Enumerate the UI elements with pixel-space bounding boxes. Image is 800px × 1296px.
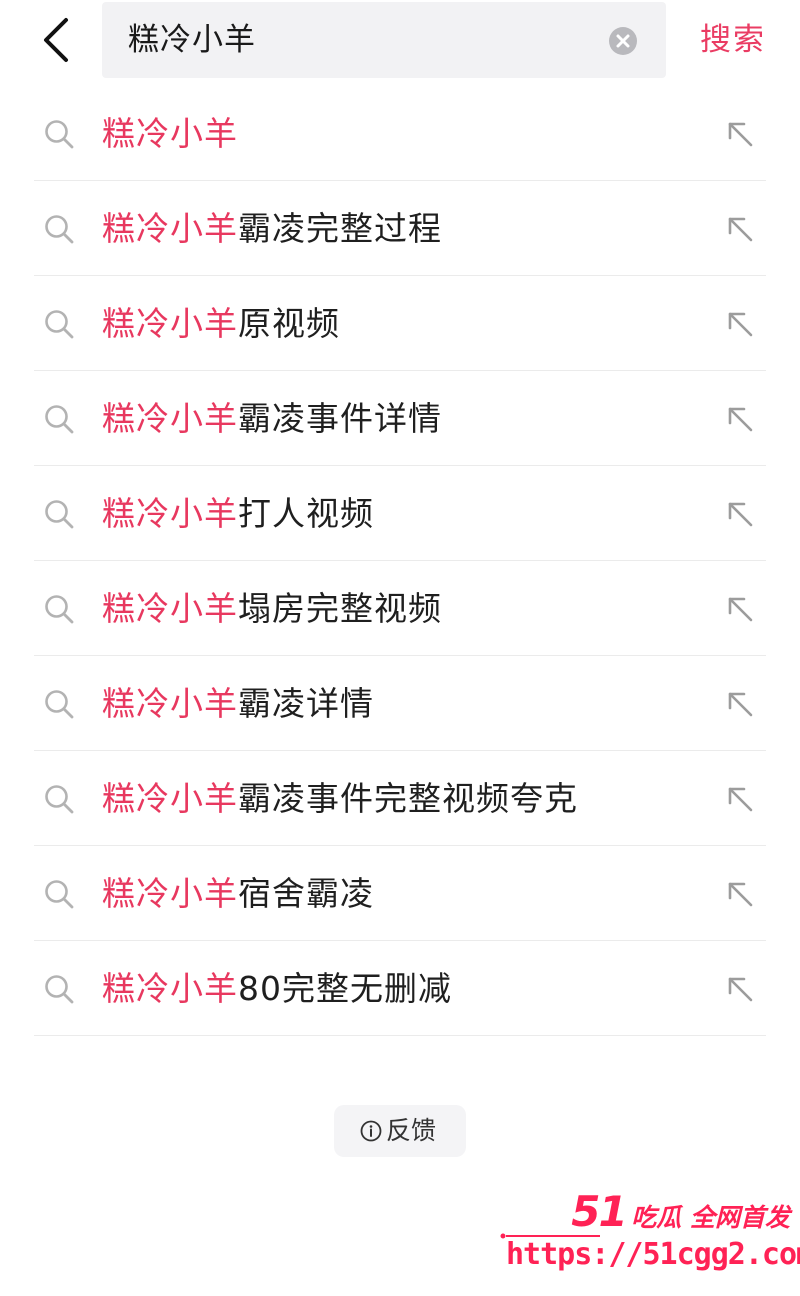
arrow-up-left-icon xyxy=(728,502,753,527)
suggestion-highlight: 糕冷小羊 xyxy=(102,494,238,533)
search-icon xyxy=(45,785,74,814)
arrow-up-left-icon xyxy=(728,122,753,147)
suggestion-item[interactable]: 糕冷小羊霸凌事件详情 xyxy=(0,371,800,466)
back-button[interactable] xyxy=(34,12,82,68)
fill-query-button[interactable] xyxy=(722,781,758,817)
arrow-up-left-icon xyxy=(728,407,753,432)
search-icon xyxy=(45,120,74,149)
suggestion-text: 糕冷小羊打人视频 xyxy=(102,466,374,561)
search-icon xyxy=(45,500,74,529)
suggestion-rest: 宿舍霸凌 xyxy=(238,874,374,913)
search-icon xyxy=(45,690,74,719)
feedback-label: 反馈 xyxy=(386,1116,437,1145)
suggestion-text: 糕冷小羊原视频 xyxy=(102,276,340,371)
suggestion-rest: 霸凌详情 xyxy=(238,684,374,723)
suggestion-list: 糕冷小羊 糕冷小羊霸凌完整过程 糕冷小羊原视频 糕冷小羊霸凌事件详情 糕冷小羊打人视频糕… xyxy=(0,86,800,1036)
search-button[interactable]: 搜索 xyxy=(700,12,766,68)
feedback-button[interactable]: 反馈 xyxy=(334,1105,466,1157)
suggestion-text: 糕冷小羊80完整无删减 xyxy=(102,941,452,1036)
suggestion-rest: 霸凌事件详情 xyxy=(238,399,442,438)
fill-query-button[interactable] xyxy=(722,686,758,722)
fill-query-button[interactable] xyxy=(722,306,758,342)
suggestion-highlight: 糕冷小羊 xyxy=(102,684,238,723)
suggestion-rest: 霸凌完整过程 xyxy=(238,209,442,248)
suggestion-text: 糕冷小羊 xyxy=(102,86,238,181)
suggestion-text: 糕冷小羊霸凌事件完整视频夸克 xyxy=(102,751,578,846)
watermark-number: 51 xyxy=(571,1187,627,1236)
suggestion-item[interactable]: 糕冷小羊霸凌完整过程 xyxy=(0,181,800,276)
fill-query-button[interactable] xyxy=(722,591,758,627)
arrow-up-left-icon xyxy=(728,787,753,812)
arrow-up-left-icon xyxy=(728,977,753,1002)
suggestion-rest: 塌房完整视频 xyxy=(238,589,442,628)
suggestion-text: 糕冷小羊霸凌完整过程 xyxy=(102,181,442,276)
suggestion-highlight: 糕冷小羊 xyxy=(102,304,238,343)
suggestion-text: 糕冷小羊宿舍霸凌 xyxy=(102,846,374,941)
search-icon xyxy=(45,880,74,909)
fill-query-button[interactable] xyxy=(722,211,758,247)
suggestion-item[interactable]: 糕冷小羊原视频 xyxy=(0,276,800,371)
suggestion-rest: 打人视频 xyxy=(238,494,374,533)
search-icon xyxy=(45,595,74,624)
suggestion-rest: 原视频 xyxy=(238,304,340,343)
suggestion-item[interactable]: 糕冷小羊打人视频 xyxy=(0,466,800,561)
suggestion-item[interactable]: 糕冷小羊 xyxy=(0,86,800,181)
suggestion-text: 糕冷小羊塌房完整视频 xyxy=(102,561,442,656)
suggestion-item[interactable]: 糕冷小羊霸凌详情 xyxy=(0,656,800,751)
suggestion-highlight: 糕冷小羊 xyxy=(102,874,238,913)
suggestion-highlight: 糕冷小羊 xyxy=(102,589,238,628)
watermark-url: https://51cgg2.com xyxy=(506,1237,800,1272)
clear-search-button[interactable] xyxy=(608,26,638,56)
arrow-up-left-icon xyxy=(728,597,753,622)
suggestion-highlight: 糕冷小羊 xyxy=(102,209,238,248)
arrow-up-left-icon xyxy=(728,312,753,337)
suggestion-highlight: 糕冷小羊 xyxy=(102,399,238,438)
search-input[interactable]: 糕冷小羊 xyxy=(102,2,666,78)
arrow-up-left-icon xyxy=(728,217,753,242)
search-icon xyxy=(45,215,74,244)
suggestion-rest: 霸凌事件完整视频夸克 xyxy=(238,779,578,818)
arrow-up-left-icon xyxy=(728,692,753,717)
search-icon xyxy=(45,405,74,434)
suggestion-highlight: 糕冷小羊 xyxy=(102,114,238,153)
fill-query-button[interactable] xyxy=(722,116,758,152)
suggestion-item[interactable]: 糕冷小羊霸凌事件完整视频夸克 xyxy=(0,751,800,846)
chevron-left-icon xyxy=(44,18,68,62)
suggestion-item[interactable]: 糕冷小羊80完整无删减 xyxy=(0,941,800,1036)
fill-query-button[interactable] xyxy=(722,876,758,912)
search-input-value: 糕冷小羊 xyxy=(128,22,256,58)
suggestion-text: 糕冷小羊霸凌详情 xyxy=(102,656,374,751)
watermark-brand: 51 吃瓜 全网首发 xyxy=(571,1187,790,1236)
clear-circle-icon xyxy=(609,27,637,55)
search-icon xyxy=(45,975,74,1004)
suggestion-highlight: 糕冷小羊 xyxy=(102,779,238,818)
search-icon xyxy=(45,310,74,339)
watermark-name: 吃瓜 全网首发 xyxy=(631,1203,790,1232)
suggestion-text: 糕冷小羊霸凌事件详情 xyxy=(102,371,442,466)
suggestion-rest: 80完整无删减 xyxy=(238,969,452,1008)
search-header: 糕冷小羊 搜索 xyxy=(0,0,800,92)
fill-query-button[interactable] xyxy=(722,401,758,437)
fill-query-button[interactable] xyxy=(722,971,758,1007)
info-circle-icon xyxy=(360,1120,382,1142)
arrow-up-left-icon xyxy=(728,882,753,907)
watermark: 51 吃瓜 全网首发 https://51cgg2.com xyxy=(498,1185,800,1285)
fill-query-button[interactable] xyxy=(722,496,758,532)
suggestion-highlight: 糕冷小羊 xyxy=(102,969,238,1008)
suggestion-item[interactable]: 糕冷小羊宿舍霸凌 xyxy=(0,846,800,941)
suggestion-item[interactable]: 糕冷小羊塌房完整视频 xyxy=(0,561,800,656)
